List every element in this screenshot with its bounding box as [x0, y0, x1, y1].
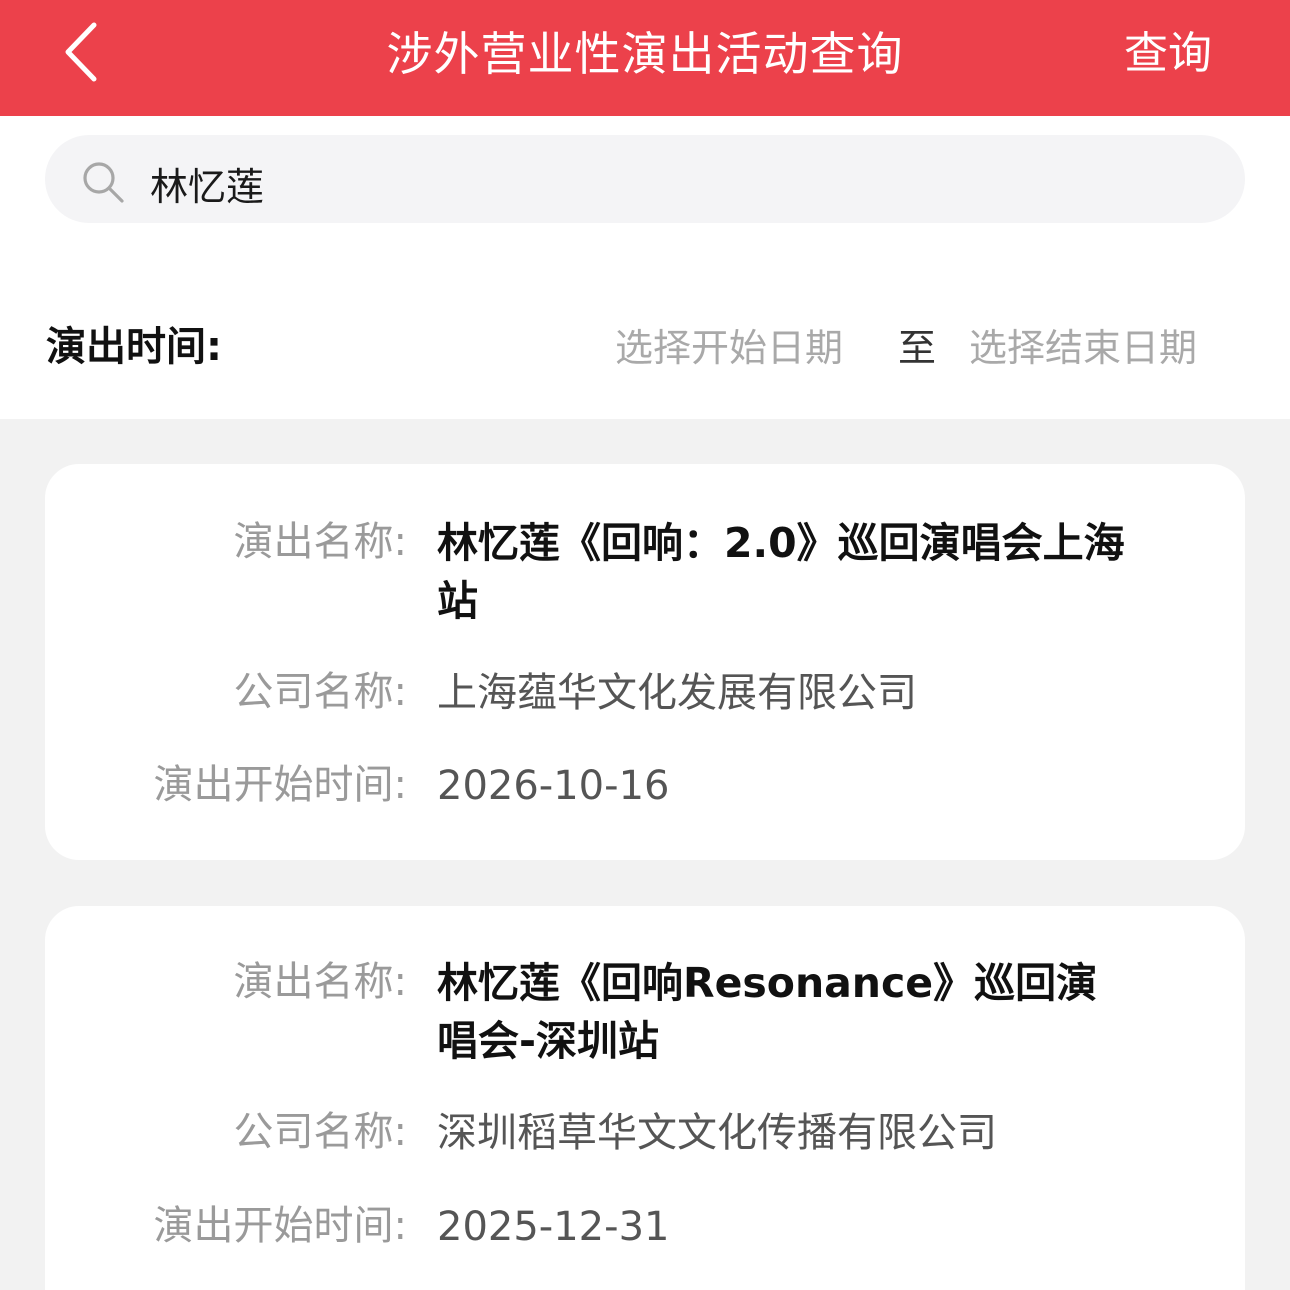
start-time-label: 演出开始时间: [153, 1203, 407, 1249]
search-input[interactable] [150, 139, 1190, 227]
app-header: 涉外营业性演出活动查询 查询 [0, 0, 1290, 116]
query-button[interactable]: 查询 [1124, 0, 1212, 108]
filter-area: 演出时间: 选择开始日期 至 选择结束日期 [0, 116, 1290, 419]
search-icon [80, 159, 126, 205]
company-label: 公司名称: [233, 669, 407, 715]
result-card[interactable]: 演出名称: 林忆莲《回响：2.0》巡回演唱会上海站 公司名称: 上海蕴华文化发展… [45, 464, 1245, 860]
start-time-label: 演出开始时间: [153, 762, 407, 808]
company-name: 上海蕴华文化发展有限公司 [437, 670, 917, 716]
company-label: 公司名称: [233, 1109, 407, 1155]
performance-time-label: 演出时间: [46, 324, 222, 370]
performance-name: 林忆莲《回响：2.0》巡回演唱会上海站 [437, 519, 1125, 625]
start-date-picker[interactable]: 选择开始日期 [615, 317, 843, 372]
end-date-picker[interactable]: 选择结束日期 [969, 317, 1197, 372]
company-name: 深圳稻草华文文化传播有限公司 [437, 1110, 997, 1156]
page-title: 涉外营业性演出活动查询 [386, 27, 904, 81]
start-time-value: 2025-12-31 [437, 1204, 670, 1250]
name-label: 演出名称: [233, 519, 407, 565]
page: 涉外营业性演出活动查询 查询 演出时间: 选择开始日期 至 选择结束日期 演出名… [0, 0, 1290, 1290]
performance-name: 林忆莲《回响Resonance》巡回演唱会-深圳站 [437, 959, 1098, 1065]
result-card[interactable]: 演出名称: 林忆莲《回响Resonance》巡回演唱会-深圳站 公司名称: 深圳… [45, 906, 1245, 1290]
start-time-value: 2026-10-16 [437, 763, 670, 809]
name-label: 演出名称: [233, 959, 407, 1005]
date-range-separator: 至 [898, 326, 937, 370]
